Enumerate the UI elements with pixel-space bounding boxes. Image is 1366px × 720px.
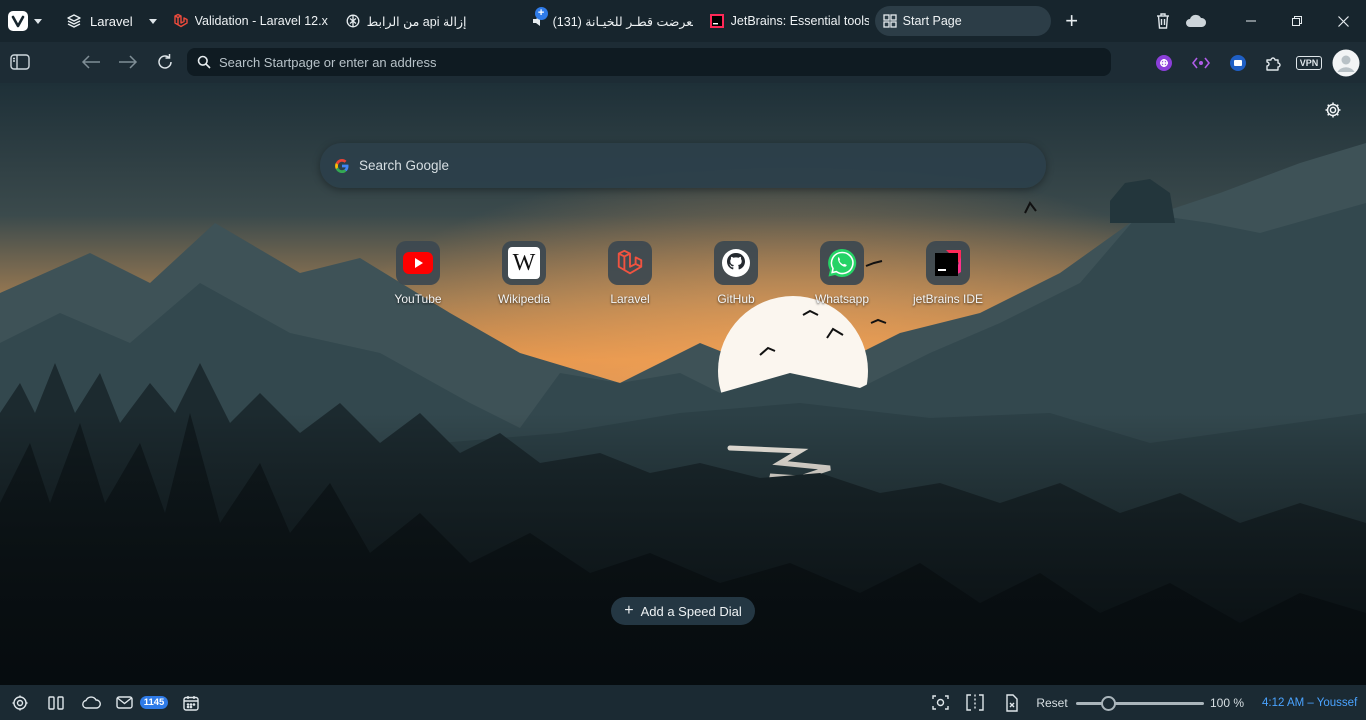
speed-dial-label: Laravel xyxy=(610,292,650,306)
google-logo-icon xyxy=(334,158,350,174)
extensions-puzzle-icon[interactable] xyxy=(1262,42,1286,83)
laravel-icon xyxy=(173,13,189,29)
clock-label: 4:12 AM – Youssef xyxy=(1262,696,1358,709)
restore-button[interactable] xyxy=(1274,0,1320,42)
tab-title: Start Page xyxy=(902,14,962,28)
start-page: YouTube W Wikipedia Laravel GitHub Whats… xyxy=(0,83,1366,685)
vpn-button[interactable]: VPN xyxy=(1294,42,1324,83)
clock[interactable]: 4:12 AM – Youssef xyxy=(1262,685,1357,720)
zoom-reset-label: Reset xyxy=(1036,695,1068,710)
zoom-slider-handle[interactable] xyxy=(1101,696,1116,711)
speed-dial-label: Whatsapp xyxy=(814,292,870,306)
tab-title: من الرابط api إزالة xyxy=(366,14,467,29)
tab-title: Validation - Laravel 12.x - Th xyxy=(194,14,329,28)
chevron-down-icon xyxy=(34,18,42,24)
workspace-switcher[interactable]: Laravel xyxy=(58,6,165,36)
zoom-level-label: 100 % xyxy=(1209,695,1245,710)
tab-start-page[interactable]: Start Page xyxy=(874,6,1051,36)
workspace-label: Laravel xyxy=(90,13,133,29)
google-search-input[interactable] xyxy=(359,158,999,173)
wikipedia-glyph: W xyxy=(508,247,540,279)
close-button[interactable] xyxy=(1320,0,1366,42)
tab-title: (131) تعرضت قطـر للخيـانة xyxy=(552,14,693,29)
speed-dial-whatsapp[interactable]: Whatsapp xyxy=(797,241,887,306)
speed-dial-github[interactable]: GitHub xyxy=(691,241,781,306)
speed-dial-jetbrains-ide[interactable]: jetBrains IDE xyxy=(903,241,993,306)
trash-icon[interactable] xyxy=(1148,0,1178,42)
back-arrow-icon[interactable] xyxy=(75,47,107,77)
address-field[interactable] xyxy=(187,48,1111,76)
jetbrains-icon xyxy=(709,13,725,29)
add-speed-dial-button[interactable]: + Add a Speed Dial xyxy=(611,597,755,625)
speed-dial-label: jetBrains IDE xyxy=(912,292,984,306)
grid-icon xyxy=(882,14,897,28)
vpn-label: VPN xyxy=(1295,55,1323,70)
add-speed-dial-label: Add a Speed Dial xyxy=(640,603,742,619)
chatgpt-icon xyxy=(345,13,361,29)
panel-toggle-icon[interactable] xyxy=(4,47,36,77)
laravel-icon xyxy=(608,241,652,285)
wikipedia-icon: W xyxy=(502,241,546,285)
status-bar: 1145 Reset 100 % 4:12 AM – Youssef xyxy=(0,685,1366,720)
mail-count: 1145 xyxy=(139,696,169,709)
tab-remove-api[interactable]: من الرابط api إزالة xyxy=(337,6,517,36)
tiling-icon[interactable] xyxy=(45,685,67,720)
chevron-down-icon xyxy=(148,18,157,24)
vivaldi-logo-icon xyxy=(8,11,28,31)
mail-count-badge: 1145 xyxy=(139,685,169,720)
speed-dial-label: YouTube xyxy=(394,292,442,306)
reload-icon[interactable] xyxy=(149,47,181,77)
search-icon xyxy=(197,55,211,69)
github-icon xyxy=(714,241,758,285)
zoom-reset-button[interactable]: Reset xyxy=(1034,685,1070,720)
speed-dial-wikipedia[interactable]: W Wikipedia xyxy=(479,241,569,306)
address-bar: VPN xyxy=(0,42,1366,83)
mail-icon[interactable] xyxy=(114,685,134,720)
new-notification-badge: + xyxy=(534,7,548,20)
whatsapp-icon xyxy=(820,241,864,285)
plus-icon: + xyxy=(624,602,634,619)
speed-dial-youtube[interactable]: YouTube xyxy=(373,241,463,306)
extension-code-icon[interactable] xyxy=(1189,42,1213,83)
layers-icon xyxy=(66,13,82,29)
settings-gear-icon[interactable] xyxy=(8,685,32,720)
zoom-level: 100 % xyxy=(1206,685,1248,720)
page-actions-icon[interactable] xyxy=(1000,685,1022,720)
start-page-settings-gear-icon[interactable] xyxy=(1322,99,1344,121)
speed-dial-laravel[interactable]: Laravel xyxy=(585,241,675,306)
page-tiling-icon[interactable] xyxy=(964,685,986,720)
tab-laravel-validation[interactable]: Validation - Laravel 12.x - Th xyxy=(165,6,337,36)
vivaldi-menu-button[interactable] xyxy=(8,8,50,34)
jetbrains-icon xyxy=(926,241,970,285)
youtube-icon xyxy=(396,241,440,285)
screenshot-camera-icon[interactable] xyxy=(929,685,951,720)
extension-purple-icon[interactable] xyxy=(1152,42,1176,83)
forward-arrow-icon[interactable] xyxy=(112,47,144,77)
tab-jetbrains[interactable]: JetBrains: Essential tools for xyxy=(701,6,877,36)
calendar-icon[interactable] xyxy=(181,685,201,720)
address-input[interactable] xyxy=(219,54,1099,70)
speed-dial-label: GitHub xyxy=(717,292,755,306)
tab-video-131[interactable]: + (131) تعرضت قطـر للخيـانة xyxy=(523,6,701,36)
minimize-button[interactable] xyxy=(1228,0,1274,42)
sync-cloud-icon[interactable] xyxy=(1178,0,1214,42)
tab-title: JetBrains: Essential tools for xyxy=(730,14,869,28)
cloud-sync-icon[interactable] xyxy=(79,685,103,720)
tab-bar: Laravel Validation - Laravel 12.x - Th م… xyxy=(0,0,1366,42)
zoom-slider[interactable] xyxy=(1076,696,1204,711)
extension-folder-icon[interactable] xyxy=(1226,42,1250,83)
new-tab-button[interactable]: + xyxy=(1057,6,1087,36)
google-search-box[interactable] xyxy=(320,143,1046,188)
speed-dial-label: Wikipedia xyxy=(497,292,551,306)
avatar[interactable] xyxy=(1332,42,1360,83)
